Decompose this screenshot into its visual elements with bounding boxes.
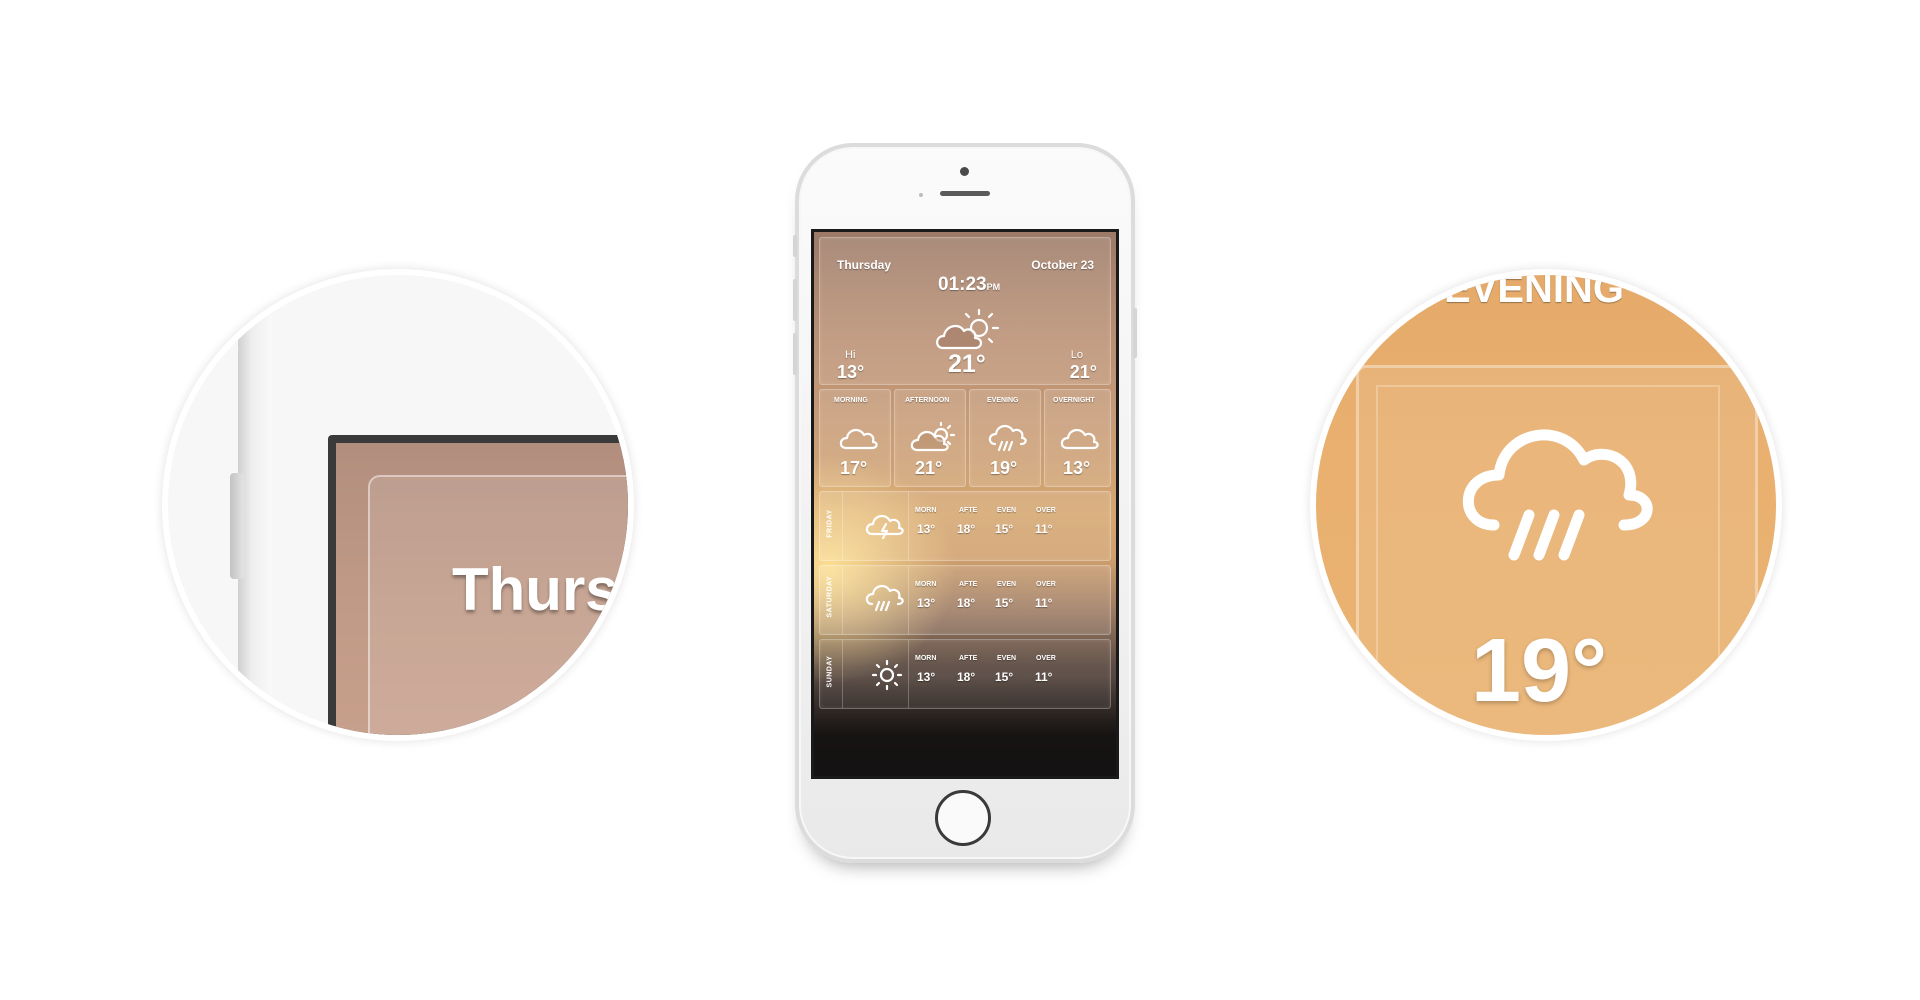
forecast-row-sunday[interactable]: SUNDAY MORN AFTE EVEN OVER 13° 18° 15° 1… bbox=[819, 639, 1111, 709]
period-label: OVERNIGHT bbox=[1053, 397, 1095, 404]
volume-down-button bbox=[793, 333, 797, 375]
day-label: Thursday bbox=[837, 258, 892, 272]
date-label: October 23 bbox=[1031, 258, 1094, 272]
forecast-day: SUNDAY bbox=[826, 655, 834, 688]
current-temp: 21° bbox=[948, 350, 986, 378]
forecast-row-saturday[interactable]: SATURDAY MORN AFTE EVEN OVER 13° 18° 15°… bbox=[819, 565, 1111, 635]
period-temp: 13° bbox=[1063, 458, 1091, 478]
separator bbox=[842, 566, 843, 634]
power-button bbox=[1133, 308, 1137, 358]
temp-even: 15° bbox=[995, 670, 1014, 684]
lo-value: 21° bbox=[1069, 362, 1097, 382]
temp-even: 15° bbox=[995, 522, 1014, 536]
col-header-morn: MORN bbox=[915, 581, 937, 588]
col-header-even: EVEN bbox=[997, 655, 1017, 662]
forecast-day: FRIDAY bbox=[826, 509, 834, 538]
zoom-side-button bbox=[230, 473, 244, 579]
rain-cloud-icon bbox=[988, 424, 1027, 452]
home-button[interactable] bbox=[935, 790, 991, 846]
volume-up-button bbox=[793, 279, 797, 321]
front-camera bbox=[960, 167, 969, 176]
temp-over: 11° bbox=[1035, 596, 1053, 610]
period-temp: 21° bbox=[915, 458, 943, 478]
partly-cloudy-sun-icon bbox=[910, 421, 956, 452]
cloud-icon bbox=[839, 428, 878, 450]
zoom-detail-left: Thurs bbox=[168, 275, 628, 735]
time-label: 01:23PM bbox=[938, 274, 1000, 296]
phone-mockup: Thursday October 23 01:23PM 21° Hi 13° L… bbox=[793, 143, 1137, 863]
separator bbox=[908, 566, 909, 634]
weather-app: Thursday October 23 01:23PM 21° Hi 13° L… bbox=[814, 232, 1116, 776]
hi-value: 13° bbox=[837, 362, 865, 382]
temp-afte: 18° bbox=[957, 596, 976, 610]
period-card-afternoon[interactable]: AFTERNOON 21° bbox=[894, 389, 966, 487]
rain-cloud-icon bbox=[865, 584, 904, 612]
col-header-even: EVEN bbox=[997, 581, 1017, 588]
forecast-row-friday[interactable]: FRIDAY MORN AFTE EVEN OVER 13° 18° 15° 1… bbox=[819, 491, 1111, 561]
col-header-even: EVEN bbox=[997, 507, 1017, 514]
rain-cloud-icon bbox=[1462, 429, 1653, 561]
period-temp: 19° bbox=[990, 458, 1018, 478]
separator bbox=[842, 640, 843, 708]
period-card-evening[interactable]: EVENING 19° bbox=[969, 389, 1041, 487]
temp-over: 11° bbox=[1035, 522, 1053, 536]
partly-cloudy-sun-icon bbox=[936, 308, 1000, 350]
temp-morn: 13° bbox=[917, 596, 936, 610]
time-value: 01:23 bbox=[938, 274, 987, 295]
period-temp: 17° bbox=[840, 458, 868, 478]
col-header-morn: MORN bbox=[915, 507, 937, 514]
zoom-day-text: Thurs bbox=[452, 556, 619, 623]
col-header-afte: AFTE bbox=[959, 507, 978, 514]
period-card-overnight[interactable]: OVERNIGHT 13° bbox=[1044, 389, 1111, 487]
zoom-period-temp: 19° bbox=[1471, 621, 1608, 721]
period-card-morning[interactable]: MORNING 17° bbox=[819, 389, 891, 487]
period-label: MORNING bbox=[834, 397, 868, 404]
temp-morn: 13° bbox=[917, 670, 936, 684]
current-weather-card[interactable]: Thursday October 23 01:23PM 21° Hi 13° L… bbox=[819, 237, 1111, 385]
mute-switch bbox=[793, 235, 797, 257]
col-header-morn: MORN bbox=[915, 655, 937, 662]
forecast-day: SATURDAY bbox=[826, 575, 834, 618]
col-header-afte: AFTE bbox=[959, 581, 978, 588]
separator bbox=[842, 492, 843, 560]
temp-even: 15° bbox=[995, 596, 1014, 610]
period-label: EVENING bbox=[987, 397, 1019, 404]
period-label: AFTERNOON bbox=[905, 397, 950, 404]
temp-morn: 13° bbox=[917, 522, 936, 536]
temp-over: 11° bbox=[1035, 670, 1053, 684]
temp-afte: 18° bbox=[957, 522, 976, 536]
ampm-label: PM bbox=[986, 282, 1001, 292]
separator bbox=[908, 492, 909, 560]
col-header-over: OVER bbox=[1036, 507, 1056, 514]
cloud-icon bbox=[1060, 428, 1099, 450]
phone-screen: Thursday October 23 01:23PM 21° Hi 13° L… bbox=[811, 229, 1119, 779]
col-header-over: OVER bbox=[1036, 655, 1056, 662]
hi-label: Hi bbox=[845, 349, 856, 361]
sun-icon bbox=[871, 659, 903, 691]
thunder-cloud-icon bbox=[865, 514, 904, 540]
proximity-sensor bbox=[919, 193, 923, 197]
zoom-detail-right: EVENING 19° bbox=[1316, 275, 1776, 735]
separator bbox=[908, 640, 909, 708]
col-header-over: OVER bbox=[1036, 581, 1056, 588]
zoom-period-label: EVENING bbox=[1444, 275, 1625, 311]
earpiece-speaker bbox=[940, 191, 990, 196]
lo-label: Lo bbox=[1070, 349, 1083, 361]
col-header-afte: AFTE bbox=[959, 655, 978, 662]
temp-afte: 18° bbox=[957, 670, 976, 684]
